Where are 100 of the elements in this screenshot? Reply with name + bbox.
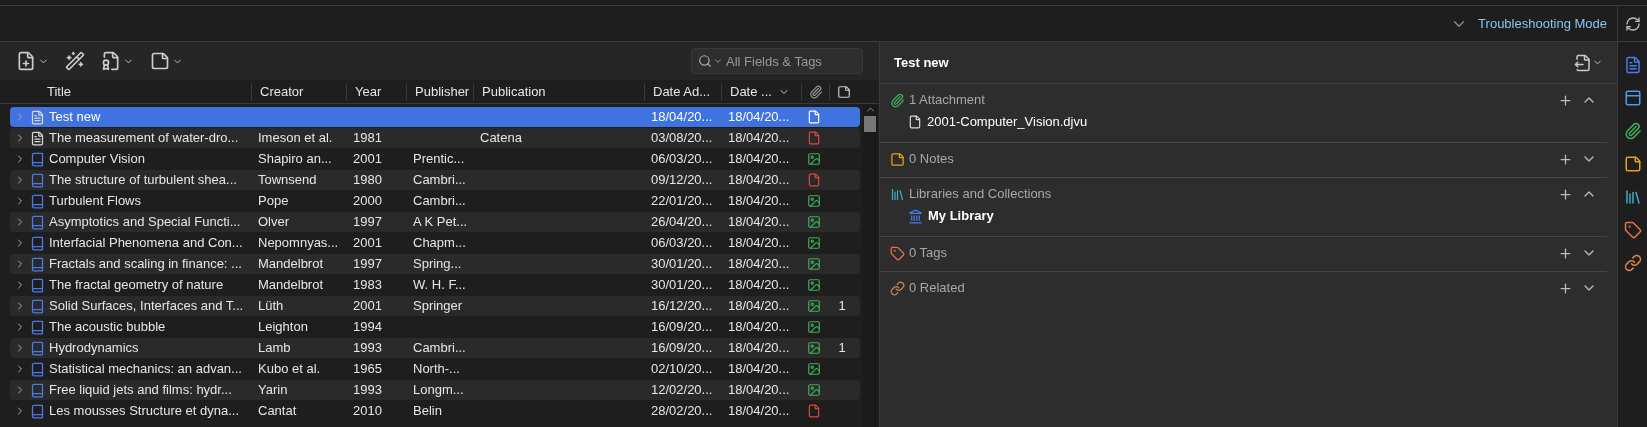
table-row[interactable]: The structure of turbulent shea... Townsend 1980 Cambri... 09/12/20... 18/04/20... (10, 170, 860, 190)
table-cell: Yarin (258, 382, 288, 398)
book-icon (30, 403, 45, 419)
table-cell: 1993 (353, 340, 382, 356)
new-note-button[interactable] (150, 51, 183, 71)
table-cell-text: Les mousses Structure et dyna... (49, 402, 240, 421)
paperclip-icon (890, 92, 905, 108)
table-cell: Cambri... (413, 193, 466, 209)
tag-icon[interactable] (1623, 221, 1642, 239)
table-cell: 18/04/20... (728, 109, 790, 125)
add-attachment-button[interactable] (101, 51, 134, 71)
table-cell-text: 1 (838, 339, 846, 358)
paperclip-icon[interactable] (1623, 122, 1642, 140)
note-icon[interactable] (1623, 155, 1642, 173)
column-header[interactable]: Date ... (730, 81, 772, 102)
file-icon (908, 115, 922, 129)
section-title[interactable]: 0 Notes (909, 149, 1554, 169)
attachment-column-icon[interactable] (808, 84, 823, 99)
notes-column-icon[interactable] (837, 84, 851, 99)
library-name[interactable]: My Library (928, 206, 994, 226)
table-cell: Olver (258, 214, 290, 230)
table-cell: 26/04/20... (651, 214, 713, 230)
table-cell: Kubo et al. (258, 361, 321, 377)
table-row[interactable]: Asymptotics and Special Functi... Olver 1997 A K Pet... 26/04/20... 18/04/20... (10, 212, 860, 232)
table-cell: 16/09/20... (651, 319, 713, 335)
table-cell: 18/04/20... (728, 193, 790, 209)
table-cell: Cantat (258, 403, 297, 419)
search-icon[interactable] (698, 54, 712, 68)
table-cell-text: The fractal geometry of nature (49, 276, 224, 295)
item-title: Test new (894, 53, 950, 72)
table-cell: 18/04/20... (728, 319, 790, 335)
column-header[interactable]: Year (355, 81, 382, 102)
table-cell: 18/04/20... (728, 256, 790, 272)
table-row[interactable]: The measurement of water-dro... Imeson et al. 1981 Catena 03/08/20... 18/04/20... (10, 128, 860, 148)
table-cell: 1997 (353, 214, 382, 230)
book-icon (30, 151, 45, 167)
table-cell: 2000 (353, 193, 382, 209)
table-cell: Leighton (258, 319, 308, 335)
table-cell: Townsend (258, 172, 317, 188)
table-cell: 1981 (353, 130, 382, 146)
table-cell: Chapm... (413, 235, 466, 251)
new-item-button[interactable] (16, 51, 49, 71)
table-row[interactable]: Fractals and scaling in finance: ... Mandelbrot 1997 Spring... 30/01/20... 18/04/20... (10, 254, 860, 274)
table-cell: 1980 (353, 172, 382, 188)
section-title[interactable]: 0 Tags (909, 243, 1554, 263)
column-header[interactable]: Publisher (415, 81, 470, 102)
file-plus-icon (16, 51, 36, 71)
table-cell: 22/01/20... (651, 193, 713, 209)
document-icon (30, 130, 45, 146)
library-building-icon (908, 208, 923, 224)
table-cell: Nepomnyas... (258, 235, 339, 251)
book-icon (30, 235, 45, 251)
table-row[interactable]: Test new 18/04/20... 18/04/20... (10, 107, 860, 127)
column-header[interactable]: Publication (482, 81, 546, 102)
table-cell: North-... (413, 361, 460, 377)
search-field[interactable]: All Fields & Tags (691, 48, 863, 74)
export-button[interactable] (1574, 53, 1603, 72)
table-cell: 30/01/20... (651, 256, 713, 272)
add-icon[interactable] (1558, 92, 1573, 108)
book-icon (30, 298, 45, 314)
table-cell-text: Solid Surfaces, Interfaces and T... (49, 297, 244, 316)
magic-wand-button[interactable] (65, 51, 85, 71)
section-title[interactable]: 0 Related (909, 278, 1554, 298)
table-cell: 18/04/20... (728, 214, 790, 230)
table-cell: 28/02/20... (651, 403, 713, 419)
table-cell: 18/04/20... (728, 151, 790, 167)
caret-icon[interactable] (713, 56, 723, 66)
book-icon (30, 214, 45, 230)
column-header[interactable]: Date Ad... (653, 81, 711, 102)
table-cell: Pope (258, 193, 289, 209)
attachment-name[interactable]: 2001-Computer_Vision.djvu (927, 112, 1088, 132)
table-row[interactable]: Hydrodynamics Lamb 1993 Cambri... 16/09/20... 18/04/20... 1 (10, 338, 860, 358)
sync-icon[interactable] (1624, 15, 1641, 32)
tag-icon (890, 245, 905, 261)
scrollbar[interactable] (863, 104, 877, 427)
table-cell: 16/12/20... (651, 298, 713, 314)
book-icon (30, 361, 45, 377)
table-cell: Longm... (413, 382, 464, 398)
table-cell: Shapiro an... (258, 151, 332, 167)
add-icon[interactable] (1558, 151, 1573, 167)
note-icon (890, 151, 905, 167)
column-header[interactable]: Title (47, 81, 72, 102)
column-header[interactable]: Creator (260, 81, 304, 102)
table-row[interactable]: Solid Surfaces, Interfaces and T... Lüth 2001 Springer 16/12/20... 18/04/20... 1 (10, 296, 860, 316)
add-icon[interactable] (1558, 280, 1573, 296)
add-icon[interactable] (1558, 245, 1573, 261)
table-row[interactable]: Free liquid jets and films: hydr... Yarin 1993 Longm... 12/02/20... 18/04/20... (10, 380, 860, 400)
library-icon[interactable] (1623, 188, 1642, 206)
link-icon[interactable] (1623, 254, 1642, 272)
troubleshooting-mode-link[interactable]: Troubleshooting Mode (1478, 13, 1607, 34)
book-icon (30, 277, 45, 293)
table-cell: 2001 (353, 298, 382, 314)
scrollbar-thumb[interactable] (864, 116, 876, 132)
section-title[interactable]: 1 Attachment (909, 90, 1554, 110)
table-cell: 06/03/20... (651, 235, 713, 251)
table-cell: 18/04/20... (728, 130, 790, 146)
table-cell: Springer (413, 298, 463, 314)
add-icon[interactable] (1558, 186, 1573, 202)
section-title[interactable]: Libraries and Collections (909, 184, 1554, 204)
table-cell: 18/04/20... (728, 382, 790, 398)
